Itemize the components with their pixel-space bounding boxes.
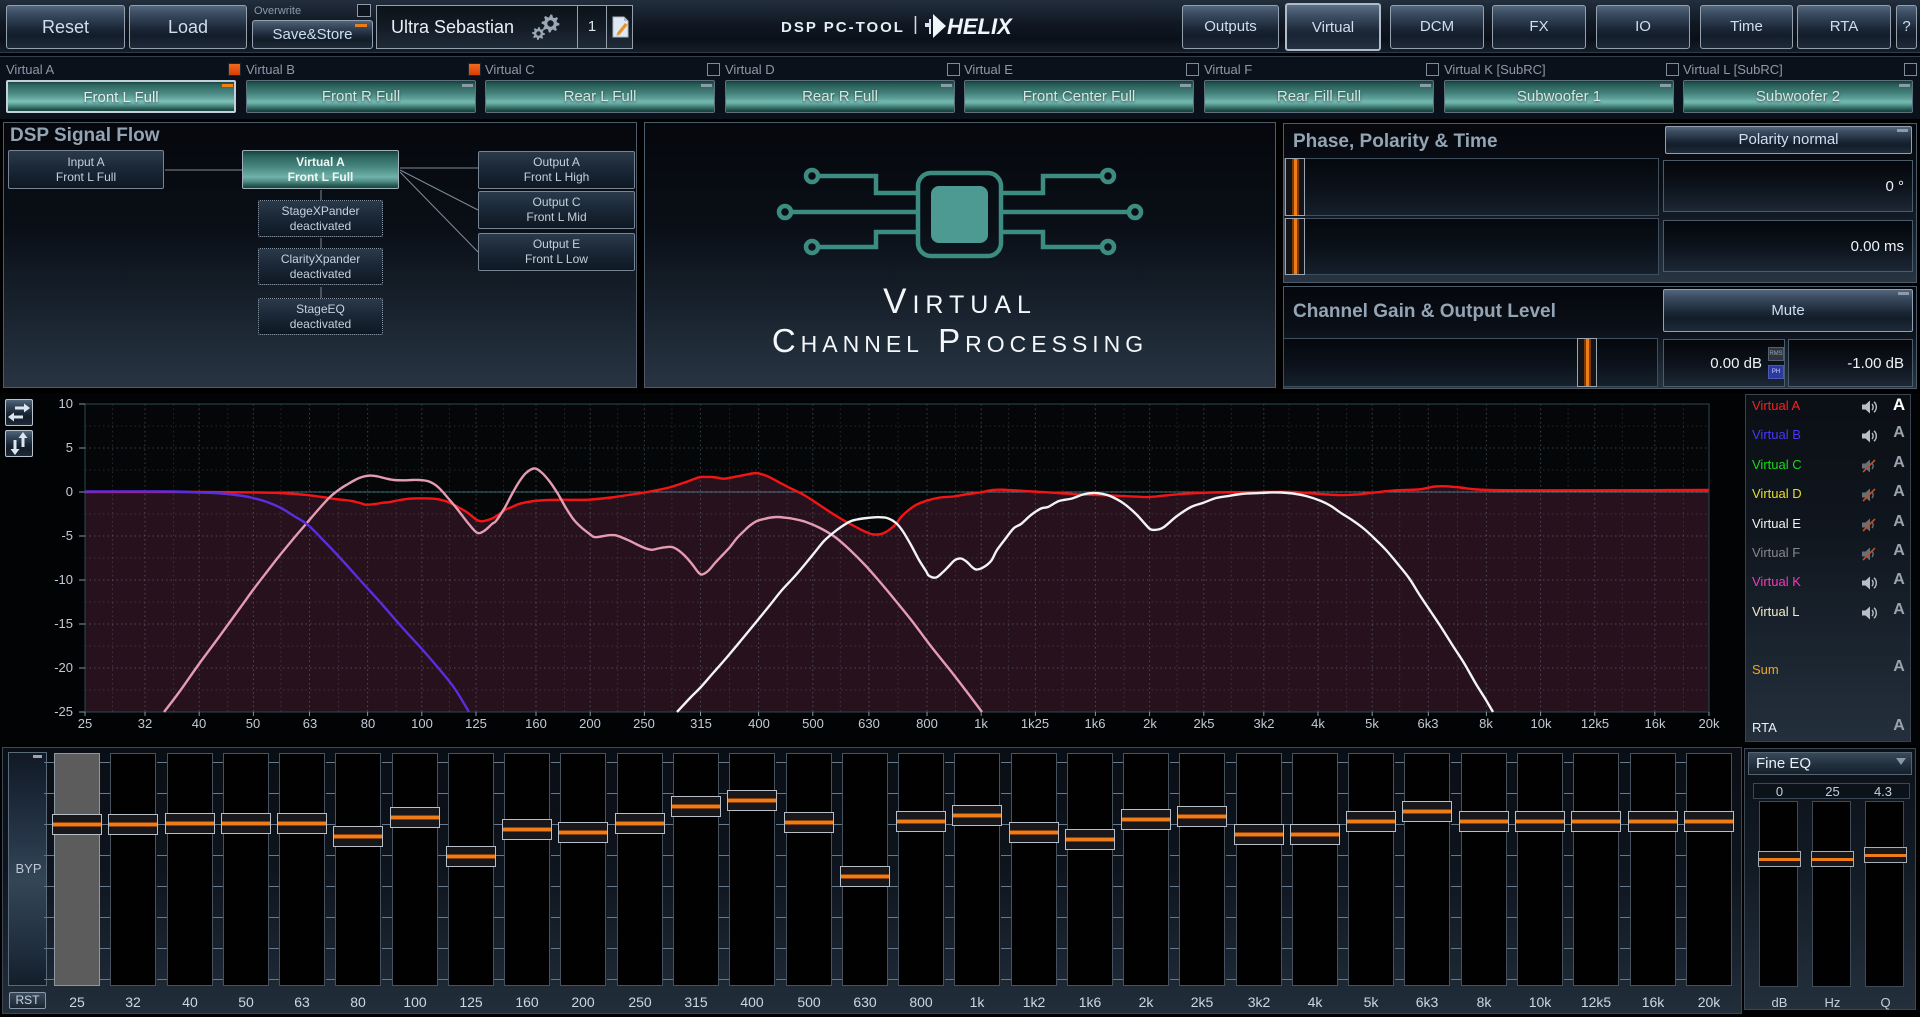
svg-text:HELIX: HELIX [947,14,1013,39]
